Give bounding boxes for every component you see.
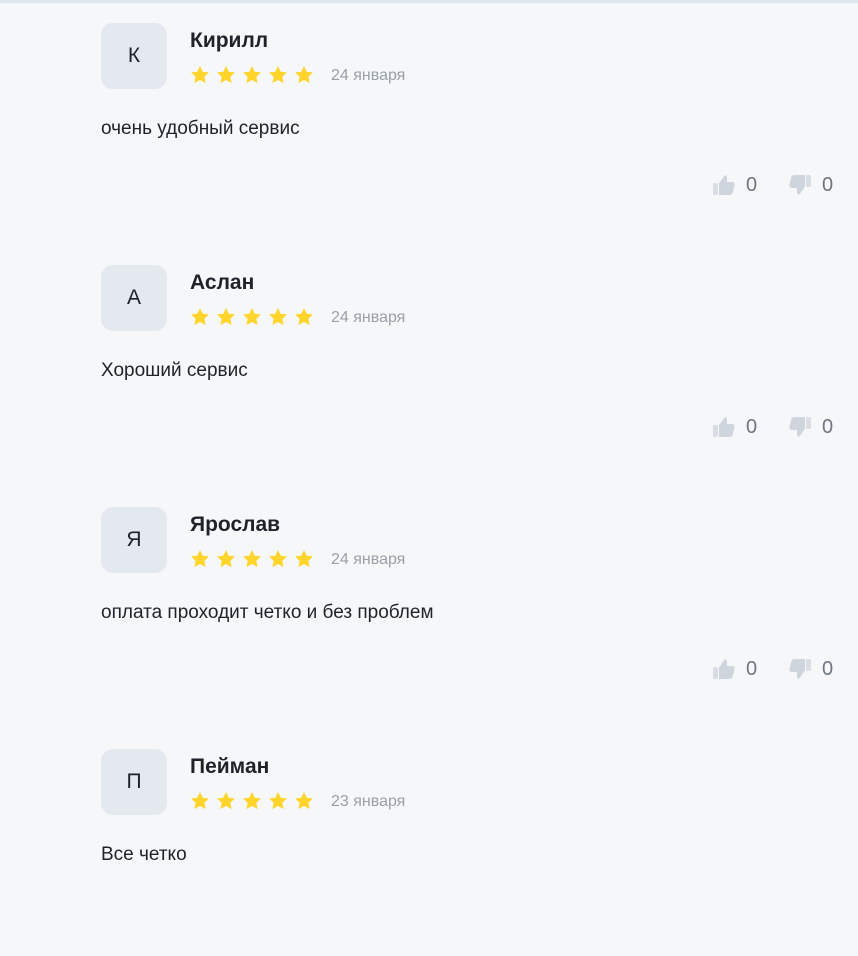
star-icon xyxy=(295,550,313,567)
like-button[interactable]: 0 xyxy=(710,655,760,683)
thumb-down-icon xyxy=(789,417,811,437)
avatar: А xyxy=(101,265,167,331)
review-date: 24 января xyxy=(331,551,406,568)
rating-stars xyxy=(189,790,315,814)
rating-stars xyxy=(189,548,315,572)
dislike-button[interactable]: 0 xyxy=(786,171,836,199)
star-icon xyxy=(217,308,235,325)
review-votes: 0 0 xyxy=(710,413,836,441)
star-icon xyxy=(191,792,209,809)
avatar-initial: Я xyxy=(126,528,142,551)
like-count: 0 xyxy=(746,658,758,680)
like-button[interactable]: 0 xyxy=(710,413,760,441)
review-votes: 0 0 xyxy=(710,655,836,683)
star-icon xyxy=(269,550,287,567)
avatar: К xyxy=(101,23,167,89)
review-item: К Кирилл 24 января очень удобный сервис … xyxy=(0,0,858,230)
dislike-button[interactable]: 0 xyxy=(786,655,836,683)
star-icon xyxy=(217,550,235,567)
star-icon xyxy=(295,792,313,809)
star-icon xyxy=(243,550,261,567)
star-icon xyxy=(191,550,209,567)
review-item: Я Ярослав 24 января оплата проходит четк… xyxy=(0,484,858,714)
reviews-list: К Кирилл 24 января очень удобный сервис … xyxy=(0,0,858,885)
review-item: П Пейман 23 января Все четко xyxy=(0,726,858,956)
star-icon xyxy=(191,66,209,83)
like-button[interactable]: 0 xyxy=(710,171,760,199)
star-icon xyxy=(243,308,261,325)
reviewer-name: Кирилл xyxy=(190,29,269,52)
thumb-up-icon xyxy=(713,175,735,195)
like-count: 0 xyxy=(746,174,758,196)
star-icon xyxy=(295,308,313,325)
thumb-down-icon xyxy=(789,175,811,195)
avatar: Я xyxy=(101,507,167,573)
dislike-count: 0 xyxy=(822,416,834,438)
reviewer-name: Пейман xyxy=(190,755,270,778)
review-date: 24 января xyxy=(331,309,406,326)
rating-stars xyxy=(189,306,315,330)
dislike-button[interactable]: 0 xyxy=(786,413,836,441)
dislike-count: 0 xyxy=(822,174,834,196)
review-text: оплата проходит четко и без проблем xyxy=(101,602,434,623)
like-count: 0 xyxy=(746,416,758,438)
review-votes: 0 0 xyxy=(710,171,836,199)
thumb-up-icon xyxy=(713,417,735,437)
review-text: очень удобный сервис xyxy=(101,118,300,139)
star-icon xyxy=(191,308,209,325)
reviewer-name: Аслан xyxy=(190,271,255,294)
star-icon xyxy=(269,308,287,325)
avatar-initial: К xyxy=(127,44,141,67)
star-icon xyxy=(217,66,235,83)
avatar-initial: П xyxy=(126,770,142,793)
review-date: 24 января xyxy=(331,67,406,84)
review-text: Все четко xyxy=(101,844,187,865)
star-icon xyxy=(217,792,235,809)
thumb-down-icon xyxy=(789,659,811,679)
star-icon xyxy=(295,66,313,83)
review-text: Хороший сервис xyxy=(101,360,248,381)
star-icon xyxy=(269,792,287,809)
review-item: А Аслан 24 января Хороший сервис 0 0 xyxy=(0,242,858,472)
avatar: П xyxy=(101,749,167,815)
star-icon xyxy=(243,792,261,809)
star-icon xyxy=(243,66,261,83)
avatar-initial: А xyxy=(126,286,141,309)
thumb-up-icon xyxy=(713,659,735,679)
rating-stars xyxy=(189,64,315,88)
review-date: 23 января xyxy=(331,793,406,810)
dislike-count: 0 xyxy=(822,658,834,680)
star-icon xyxy=(269,66,287,83)
reviewer-name: Ярослав xyxy=(190,513,281,536)
